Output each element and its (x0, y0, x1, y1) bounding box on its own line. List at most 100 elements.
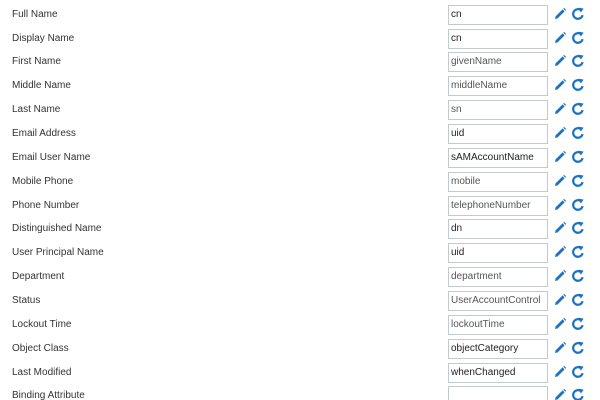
full-name-field[interactable]: cn (448, 5, 548, 25)
field-label: Display Name (12, 33, 75, 44)
mobile-phone-field[interactable]: mobile (448, 172, 548, 192)
refresh-icon[interactable] (571, 102, 585, 116)
refresh-icon[interactable] (571, 245, 585, 259)
field-label: Lockout Time (12, 319, 72, 330)
refresh-icon[interactable] (571, 365, 585, 379)
field-row-phone-number: Phone Number telephoneNumber (0, 196, 600, 216)
field-label: Last Name (12, 104, 61, 115)
last-modified-field[interactable]: whenChanged (448, 363, 548, 383)
middle-name-field[interactable]: middleName (448, 76, 548, 96)
field-value: department (451, 271, 502, 282)
field-row-first-name: First Name givenName (0, 52, 600, 72)
field-row-display-name: Display Name cn (0, 29, 600, 49)
field-label: Full Name (12, 9, 58, 20)
field-value: UserAccountControl (451, 295, 541, 306)
pencil-icon[interactable] (553, 54, 567, 68)
refresh-icon[interactable] (571, 198, 585, 212)
field-label: Object Class (12, 343, 69, 354)
field-value: uid (451, 247, 465, 258)
pencil-icon[interactable] (553, 31, 567, 45)
pencil-icon[interactable] (553, 126, 567, 140)
binding-attribute-field[interactable] (448, 386, 548, 400)
refresh-icon[interactable] (571, 293, 585, 307)
field-row-distinguished-name: Distinguished Name dn (0, 219, 600, 239)
field-label: First Name (12, 56, 61, 67)
field-row-lockout-time: Lockout Time lockoutTime (0, 315, 600, 335)
pencil-icon[interactable] (553, 269, 567, 283)
display-name-field[interactable]: cn (448, 29, 548, 49)
pencil-icon[interactable] (553, 245, 567, 259)
field-value: givenName (451, 56, 502, 67)
pencil-icon[interactable] (553, 78, 567, 92)
field-label: Mobile Phone (12, 176, 74, 187)
field-value: whenChanged (451, 367, 516, 378)
field-row-department: Department department (0, 267, 600, 287)
field-value: dn (451, 223, 463, 234)
field-row-full-name: Full Name cn (0, 5, 600, 25)
field-value: objectCategory (451, 343, 519, 354)
pencil-icon[interactable] (553, 341, 567, 355)
pencil-icon[interactable] (553, 174, 567, 188)
field-value: sAMAccountName (451, 152, 534, 163)
status-field[interactable]: UserAccountControl (448, 291, 548, 311)
pencil-icon[interactable] (553, 7, 567, 21)
refresh-icon[interactable] (571, 269, 585, 283)
field-value (451, 387, 545, 400)
field-row-email-user-name: Email User Name sAMAccountName (0, 148, 600, 168)
field-label: Status (12, 295, 41, 306)
department-field[interactable]: department (448, 267, 548, 287)
refresh-icon[interactable] (571, 126, 585, 140)
field-row-last-modified: Last Modified whenChanged (0, 363, 600, 383)
pencil-icon[interactable] (553, 198, 567, 212)
pencil-icon[interactable] (553, 221, 567, 235)
refresh-icon[interactable] (571, 341, 585, 355)
object-class-field[interactable]: objectCategory (448, 339, 548, 359)
field-row-mobile-phone: Mobile Phone mobile (0, 172, 600, 192)
refresh-icon[interactable] (571, 31, 585, 45)
field-value: lockoutTime (451, 319, 505, 330)
email-user-name-field[interactable]: sAMAccountName (448, 148, 548, 168)
attribute-mapping-form: Full Name cn Display Name cn First Name … (0, 0, 600, 400)
field-label: Binding Attribute (12, 390, 85, 400)
first-name-field[interactable]: givenName (448, 52, 548, 72)
field-label: Last Modified (12, 367, 72, 378)
refresh-icon[interactable] (571, 174, 585, 188)
lockout-time-field[interactable]: lockoutTime (448, 315, 548, 335)
refresh-icon[interactable] (571, 54, 585, 68)
field-label: User Principal Name (12, 247, 104, 258)
pencil-icon[interactable] (553, 150, 567, 164)
field-label: Email User Name (12, 152, 91, 163)
field-value: sn (451, 104, 462, 115)
field-value: cn (451, 33, 462, 44)
refresh-icon[interactable] (571, 7, 585, 21)
refresh-icon[interactable] (571, 78, 585, 92)
refresh-icon[interactable] (571, 221, 585, 235)
field-label: Department (12, 271, 65, 282)
field-value: mobile (451, 176, 481, 187)
field-label: Email Address (12, 128, 76, 139)
field-row-object-class: Object Class objectCategory (0, 339, 600, 359)
field-label: Phone Number (12, 200, 80, 211)
user-principal-name-field[interactable]: uid (448, 243, 548, 263)
field-row-email-address: Email Address uid (0, 124, 600, 144)
field-row-last-name: Last Name sn (0, 100, 600, 120)
field-row-binding-attribute: Binding Attribute (0, 386, 600, 400)
phone-number-field[interactable]: telephoneNumber (448, 196, 548, 216)
refresh-icon[interactable] (571, 150, 585, 164)
refresh-icon[interactable] (571, 317, 585, 331)
pencil-icon[interactable] (553, 317, 567, 331)
refresh-icon[interactable] (571, 388, 585, 400)
field-label: Middle Name (12, 80, 71, 91)
last-name-field[interactable]: sn (448, 100, 548, 120)
field-value: uid (451, 128, 465, 139)
field-value: cn (451, 9, 462, 20)
pencil-icon[interactable] (553, 102, 567, 116)
field-label: Distinguished Name (12, 223, 102, 234)
field-row-status: Status UserAccountControl (0, 291, 600, 311)
field-value: middleName (451, 80, 508, 91)
pencil-icon[interactable] (553, 293, 567, 307)
pencil-icon[interactable] (553, 365, 567, 379)
distinguished-name-field[interactable]: dn (448, 219, 548, 239)
pencil-icon[interactable] (553, 388, 567, 400)
email-address-field[interactable]: uid (448, 124, 548, 144)
